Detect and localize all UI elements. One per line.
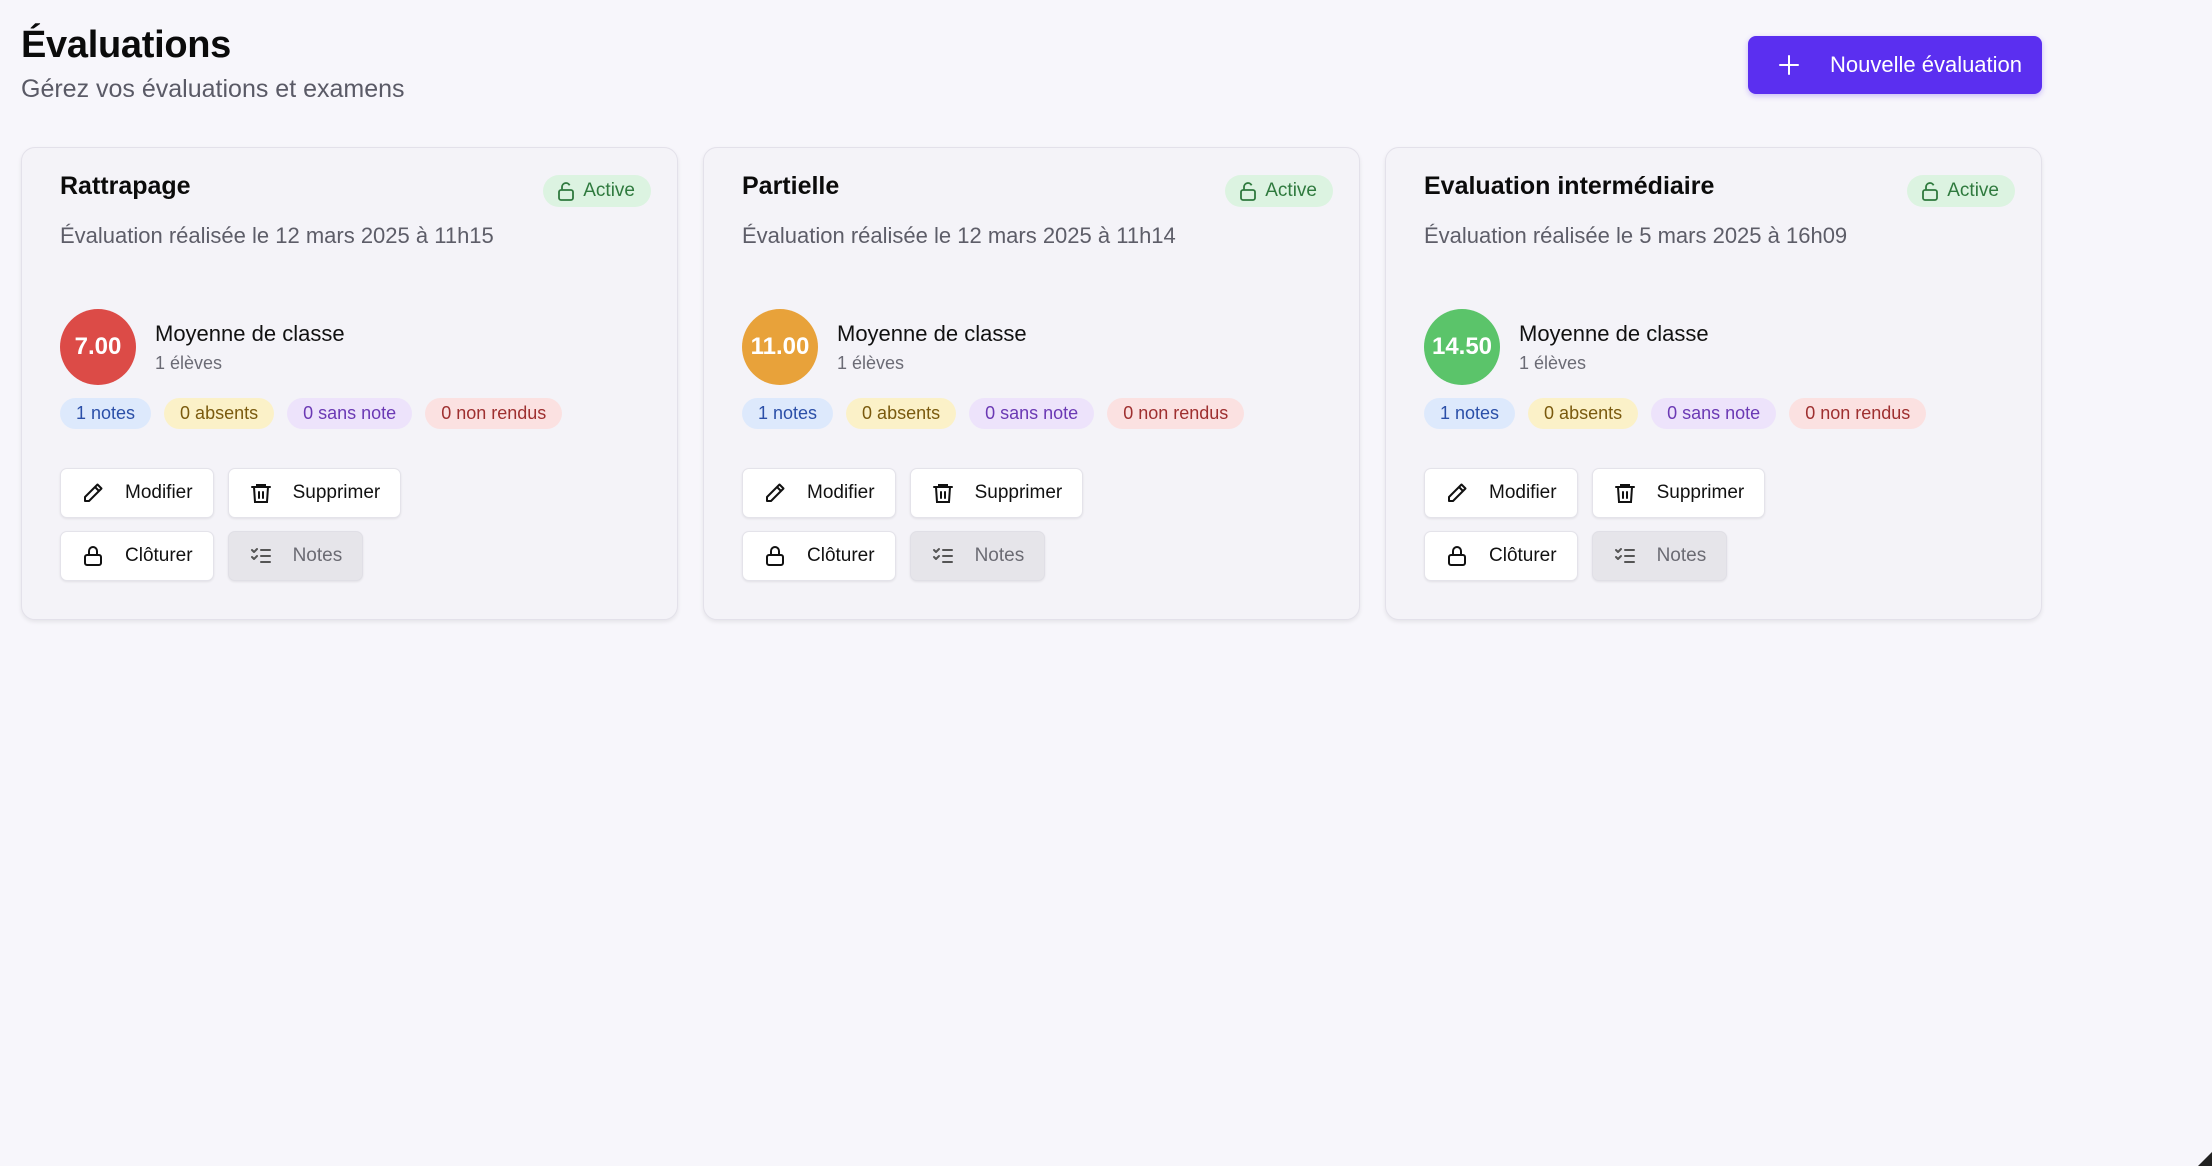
sans-note-count-pill: 0 sans note	[1651, 398, 1777, 429]
absents-count-pill: 0 absents	[1528, 398, 1639, 429]
action-row: Modifier Supprimer	[742, 468, 1084, 518]
card-description: Évaluation réalisée le 12 mars 2025 à 11…	[60, 223, 494, 248]
new-evaluation-label: Nouvelle évaluation	[1830, 52, 2023, 77]
status-badge: Active	[1907, 175, 2015, 207]
lock-icon	[766, 546, 784, 566]
lock-icon	[1448, 546, 1466, 566]
pencil-icon	[766, 483, 785, 502]
trash-icon	[932, 484, 953, 503]
edit-label: Modifier	[807, 482, 875, 503]
student-count: 1 élèves	[837, 353, 905, 373]
non-rendus-count-pill: 0 non rendus	[1789, 398, 1927, 429]
edit-button[interactable]: Modifier	[742, 468, 896, 518]
card-title: Rattrapage	[60, 172, 191, 200]
delete-label: Supprimer	[292, 482, 381, 503]
notes-count-pill: 1 notes	[1424, 398, 1516, 429]
non-rendus-count-pill: 0 non rendus	[1107, 398, 1245, 429]
status-badge: Active	[1225, 175, 1333, 207]
close-evaluation-button[interactable]: Clôturer	[60, 531, 214, 581]
close-evaluation-label: Clôturer	[125, 545, 193, 566]
lock-icon	[84, 546, 102, 566]
average-label: Moyenne de classe	[1519, 321, 1709, 346]
delete-button[interactable]: Supprimer	[1591, 468, 1766, 518]
close-evaluation-label: Clôturer	[807, 545, 875, 566]
student-count: 1 élèves	[155, 353, 223, 373]
edit-button[interactable]: Modifier	[1424, 468, 1578, 518]
edit-label: Modifier	[125, 482, 193, 503]
checklist-icon	[932, 548, 953, 563]
evaluation-card: Rattrapage Active Évaluation réalisée le…	[21, 147, 678, 620]
close-evaluation-button[interactable]: Clôturer	[1424, 531, 1578, 581]
unlock-icon	[558, 182, 575, 201]
evaluation-cards: Rattrapage Active Évaluation réalisée le…	[21, 147, 2042, 620]
trash-icon	[1614, 484, 1635, 503]
stat-pills: 1 notes 0 absents 0 sans note 0 non rend…	[60, 398, 563, 429]
card-title: Evaluation intermédiaire	[1424, 172, 1715, 200]
unlock-icon	[1922, 182, 1939, 201]
class-average: 11.00	[742, 309, 818, 385]
notes-label: Notes	[974, 545, 1025, 566]
absents-count-pill: 0 absents	[164, 398, 275, 429]
notes-count-pill: 1 notes	[742, 398, 834, 429]
sans-note-count-pill: 0 sans note	[287, 398, 413, 429]
stat-pills: 1 notes 0 absents 0 sans note 0 non rend…	[1424, 398, 1927, 429]
delete-button[interactable]: Supprimer	[909, 468, 1084, 518]
student-count: 1 élèves	[1519, 353, 1587, 373]
card-description: Évaluation réalisée le 12 mars 2025 à 11…	[742, 223, 1176, 248]
close-evaluation-button[interactable]: Clôturer	[742, 531, 896, 581]
page-title: Évaluations	[21, 24, 231, 66]
checklist-icon	[1614, 548, 1635, 563]
trash-icon	[250, 484, 271, 503]
notes-button[interactable]: Notes	[1591, 531, 1728, 581]
action-row: Clôturer Notes	[742, 531, 1046, 581]
new-evaluation-button[interactable]: Nouvelle évaluation	[1748, 36, 2042, 94]
delete-label: Supprimer	[1656, 482, 1745, 503]
class-average: 7.00	[60, 309, 136, 385]
evaluation-card: Partielle Active Évaluation réalisée le …	[703, 147, 1360, 620]
average-label: Moyenne de classe	[837, 321, 1027, 346]
plus-icon	[1778, 54, 1800, 76]
card-description: Évaluation réalisée le 5 mars 2025 à 16h…	[1424, 223, 1848, 248]
non-rendus-count-pill: 0 non rendus	[425, 398, 563, 429]
page-subtitle: Gérez vos évaluations et examens	[21, 75, 405, 103]
edit-label: Modifier	[1489, 482, 1557, 503]
checklist-icon	[250, 548, 271, 563]
delete-button[interactable]: Supprimer	[227, 468, 402, 518]
action-row: Clôturer Notes	[1424, 531, 1728, 581]
notes-button[interactable]: Notes	[909, 531, 1046, 581]
evaluation-card: Evaluation intermédiaire Active Évaluati…	[1385, 147, 2042, 620]
delete-label: Supprimer	[974, 482, 1063, 503]
status-label: Active	[583, 180, 635, 201]
status-label: Active	[1265, 180, 1317, 201]
class-average: 14.50	[1424, 309, 1500, 385]
notes-count-pill: 1 notes	[60, 398, 152, 429]
card-title: Partielle	[742, 172, 840, 200]
resize-corner	[2198, 1152, 2212, 1166]
page-header: Évaluations Gérez vos évaluations et exa…	[21, 22, 2042, 112]
notes-label: Notes	[1656, 545, 1707, 566]
average-label: Moyenne de classe	[155, 321, 345, 346]
action-row: Modifier Supprimer	[60, 468, 402, 518]
stat-pills: 1 notes 0 absents 0 sans note 0 non rend…	[742, 398, 1245, 429]
notes-button[interactable]: Notes	[227, 531, 364, 581]
status-badge: Active	[543, 175, 651, 207]
action-row: Clôturer Notes	[60, 531, 364, 581]
absents-count-pill: 0 absents	[846, 398, 957, 429]
pencil-icon	[84, 483, 103, 502]
unlock-icon	[1240, 182, 1257, 201]
action-row: Modifier Supprimer	[1424, 468, 1766, 518]
sans-note-count-pill: 0 sans note	[969, 398, 1095, 429]
notes-label: Notes	[292, 545, 343, 566]
edit-button[interactable]: Modifier	[60, 468, 214, 518]
status-label: Active	[1947, 180, 1999, 201]
close-evaluation-label: Clôturer	[1489, 545, 1557, 566]
pencil-icon	[1448, 483, 1467, 502]
